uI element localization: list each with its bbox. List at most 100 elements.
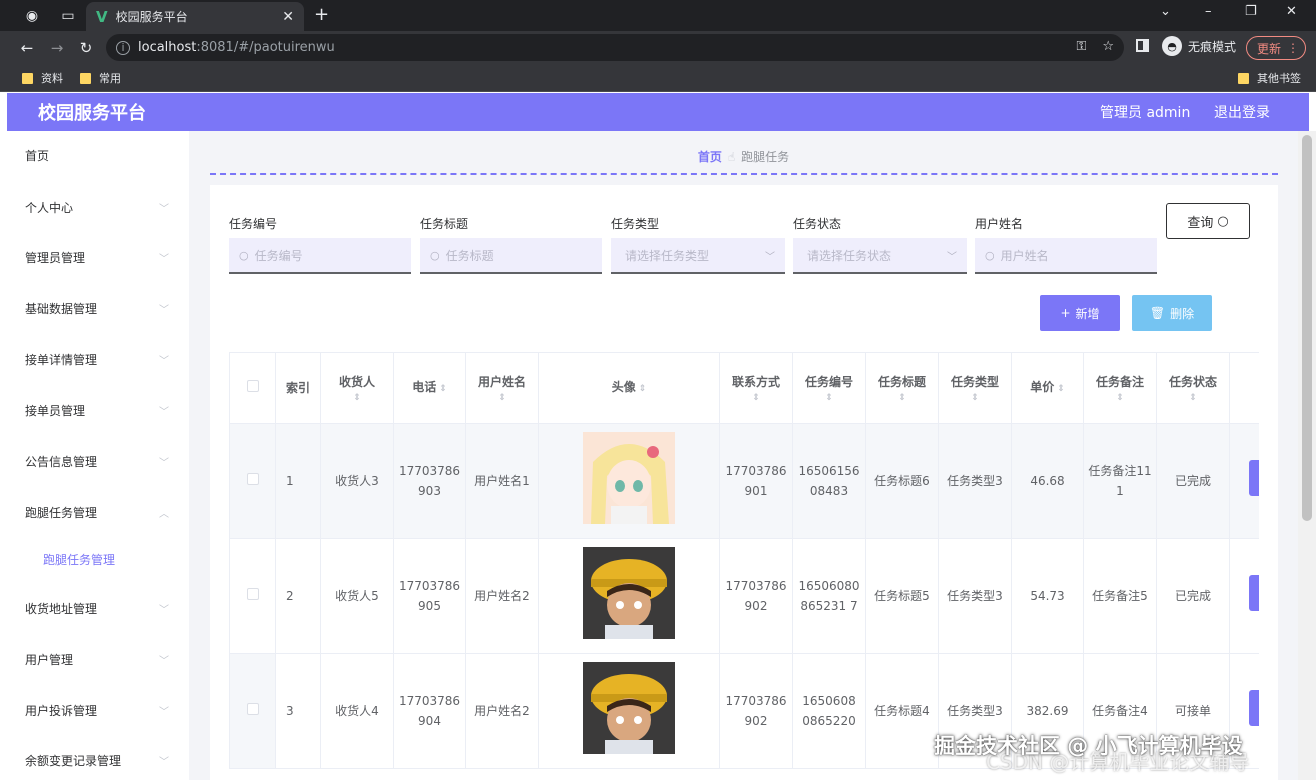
column-header[interactable]: 任务类型 ⇕: [938, 352, 1012, 424]
sidebar-item-address[interactable]: 收货地址管理 ﹀: [7, 588, 189, 628]
side-panel-icon[interactable]: [1136, 39, 1149, 52]
cell-type: 任务类型3: [938, 538, 1012, 654]
breadcrumb-home[interactable]: 首页: [698, 150, 722, 164]
column-header[interactable]: 电话 ⇕: [393, 352, 466, 424]
column-header[interactable]: 任务编号 ⇕: [792, 352, 866, 424]
bookmark-folder[interactable]: 常用: [80, 70, 121, 86]
sidebar-item-errand[interactable]: 跑腿任务管理 ︿: [7, 492, 189, 532]
sidebar-item-complaints[interactable]: 用户投诉管理 ﹀: [7, 690, 189, 730]
chevron-down-icon: ﹀: [159, 304, 169, 316]
restore-icon[interactable]: ❐: [1245, 4, 1257, 19]
sort-icon[interactable]: ⇕: [639, 384, 647, 394]
filter-label-task-status: 任务状态: [793, 217, 842, 231]
sidebar-item-home[interactable]: 首页: [7, 135, 189, 175]
hand-icon: ☝: [727, 150, 736, 164]
column-header[interactable]: 单价 ⇕: [1011, 352, 1084, 424]
query-button[interactable]: 查询 ○: [1166, 203, 1250, 239]
url-input[interactable]: i localhost:8081/#/paotuirenwu ⚿ ☆: [106, 34, 1124, 61]
incognito-indicator[interactable]: ◓ 无痕模式: [1162, 36, 1236, 56]
sidebar-item-order-details[interactable]: 接单详情管理 ﹀: [7, 339, 189, 379]
globe-icon[interactable]: ◉: [16, 0, 48, 31]
window-close-icon[interactable]: ✕: [1286, 4, 1297, 19]
sort-icon[interactable]: ⇕: [1057, 384, 1065, 394]
add-label: 新增: [1075, 306, 1100, 321]
user-name-input[interactable]: ○ 用户姓名: [975, 238, 1157, 274]
sidebar-item-courier[interactable]: 接单员管理 ﹀: [7, 390, 189, 430]
sidebar-item-admin[interactable]: 管理员管理 ﹀: [7, 237, 189, 277]
column-header[interactable]: 头像 ⇕: [538, 352, 720, 424]
cell-receiver: 收货人3: [320, 423, 394, 539]
key-icon[interactable]: ⚿: [1076, 39, 1086, 54]
task-type-select[interactable]: 请选择任务类型 ﹀: [611, 238, 785, 274]
page-scrollbar[interactable]: [1298, 131, 1316, 780]
task-title-input[interactable]: ○ 任务标题: [420, 238, 602, 274]
sort-icon[interactable]: ⇕: [724, 392, 788, 404]
sidebar-item-label: 收货地址管理: [25, 601, 98, 616]
cell-index: 3: [275, 653, 321, 769]
column-header[interactable]: 联系方式 ⇕: [719, 352, 793, 424]
sidebar-item-balance[interactable]: 余额变更记录管理 ﹀: [7, 740, 189, 780]
logout-link[interactable]: 退出登录: [1214, 102, 1270, 122]
cell-phone: 17703786904: [393, 653, 466, 769]
minimize-icon[interactable]: –: [1205, 4, 1212, 19]
select-all-checkbox[interactable]: [246, 380, 259, 392]
sort-icon[interactable]: ⇕: [1088, 392, 1152, 404]
chevron-down-icon: ﹀: [159, 253, 169, 265]
search-icon: ○: [239, 248, 249, 262]
row-checkbox[interactable]: [246, 588, 259, 600]
trash-icon: 🗑: [1149, 306, 1166, 320]
sort-icon[interactable]: ⇕: [325, 392, 389, 404]
sort-icon[interactable]: ⇕: [470, 392, 534, 404]
task-no-input[interactable]: ○ 任务编号: [229, 238, 411, 274]
sort-icon[interactable]: ⇕: [870, 392, 934, 404]
url-host: localhost: [138, 40, 197, 55]
sidebar-item-profile[interactable]: 个人中心 ﹀: [7, 187, 189, 227]
column-header[interactable]: 任务标题 ⇕: [865, 352, 939, 424]
forward-icon[interactable]: →: [42, 39, 72, 57]
scrollbar-thumb[interactable]: [1302, 135, 1312, 521]
bookmarks-bar: 资料 常用 其他书签: [0, 64, 1316, 92]
add-button[interactable]: + 新增: [1040, 295, 1120, 331]
column-header[interactable]: 任务备注 ⇕: [1083, 352, 1157, 424]
row-action-button[interactable]: [1249, 575, 1259, 611]
row-checkbox[interactable]: [246, 473, 259, 485]
cell-contact: 17703786901: [719, 423, 793, 539]
close-icon[interactable]: ✕: [282, 9, 294, 25]
other-bookmarks[interactable]: 其他书签: [1238, 70, 1301, 86]
column-header[interactable]: 用户姓名 ⇕: [465, 352, 539, 424]
avatar-image: [583, 547, 675, 639]
sidebar-item-users[interactable]: 用户管理 ﹀: [7, 639, 189, 679]
cell-task-no: 1650615608483: [792, 423, 866, 539]
task-status-select[interactable]: 请选择任务状态 ﹀: [793, 238, 967, 274]
sort-icon[interactable]: ⇕: [797, 392, 861, 404]
sort-icon[interactable]: ⇕: [439, 384, 447, 394]
sort-icon[interactable]: ⇕: [1161, 392, 1225, 404]
delete-button[interactable]: 🗑 删除: [1132, 295, 1212, 331]
column-header[interactable]: 任务状态 ⇕: [1156, 352, 1230, 424]
update-button[interactable]: 更新 ⋮: [1246, 36, 1306, 60]
cell-status: 已完成: [1156, 538, 1230, 654]
back-icon[interactable]: ←: [12, 39, 42, 57]
bookmark-folder[interactable]: 资料: [22, 70, 63, 86]
folder-icon: [80, 72, 91, 84]
sidebar-subitem-errand[interactable]: 跑腿任务管理: [7, 539, 189, 579]
sidebar-item-label: 基础数据管理: [25, 301, 98, 316]
tab-overview-icon[interactable]: ▭: [52, 0, 84, 31]
sort-icon[interactable]: ⇕: [943, 392, 1007, 404]
sidebar-item-label: 跑腿任务管理: [25, 505, 98, 520]
cell-phone: 17703786905: [393, 538, 466, 654]
reload-icon[interactable]: ↻: [71, 39, 101, 57]
column-header: 索引: [275, 352, 321, 424]
column-header[interactable]: 收货人 ⇕: [320, 352, 394, 424]
sidebar-item-base-data[interactable]: 基础数据管理 ﹀: [7, 288, 189, 328]
row-action-button[interactable]: [1249, 460, 1259, 496]
chevron-down-icon[interactable]: ⌄: [1160, 4, 1171, 19]
sidebar-item-notice[interactable]: 公告信息管理 ﹀: [7, 441, 189, 481]
row-action-button[interactable]: [1249, 690, 1259, 726]
row-checkbox[interactable]: [246, 703, 259, 715]
new-tab-icon[interactable]: +: [314, 4, 329, 25]
column-label: 任务备注: [1095, 375, 1144, 389]
browser-tab[interactable]: V 校园服务平台 ✕: [86, 2, 304, 31]
info-icon[interactable]: i: [116, 40, 130, 55]
star-icon[interactable]: ☆: [1102, 39, 1114, 54]
